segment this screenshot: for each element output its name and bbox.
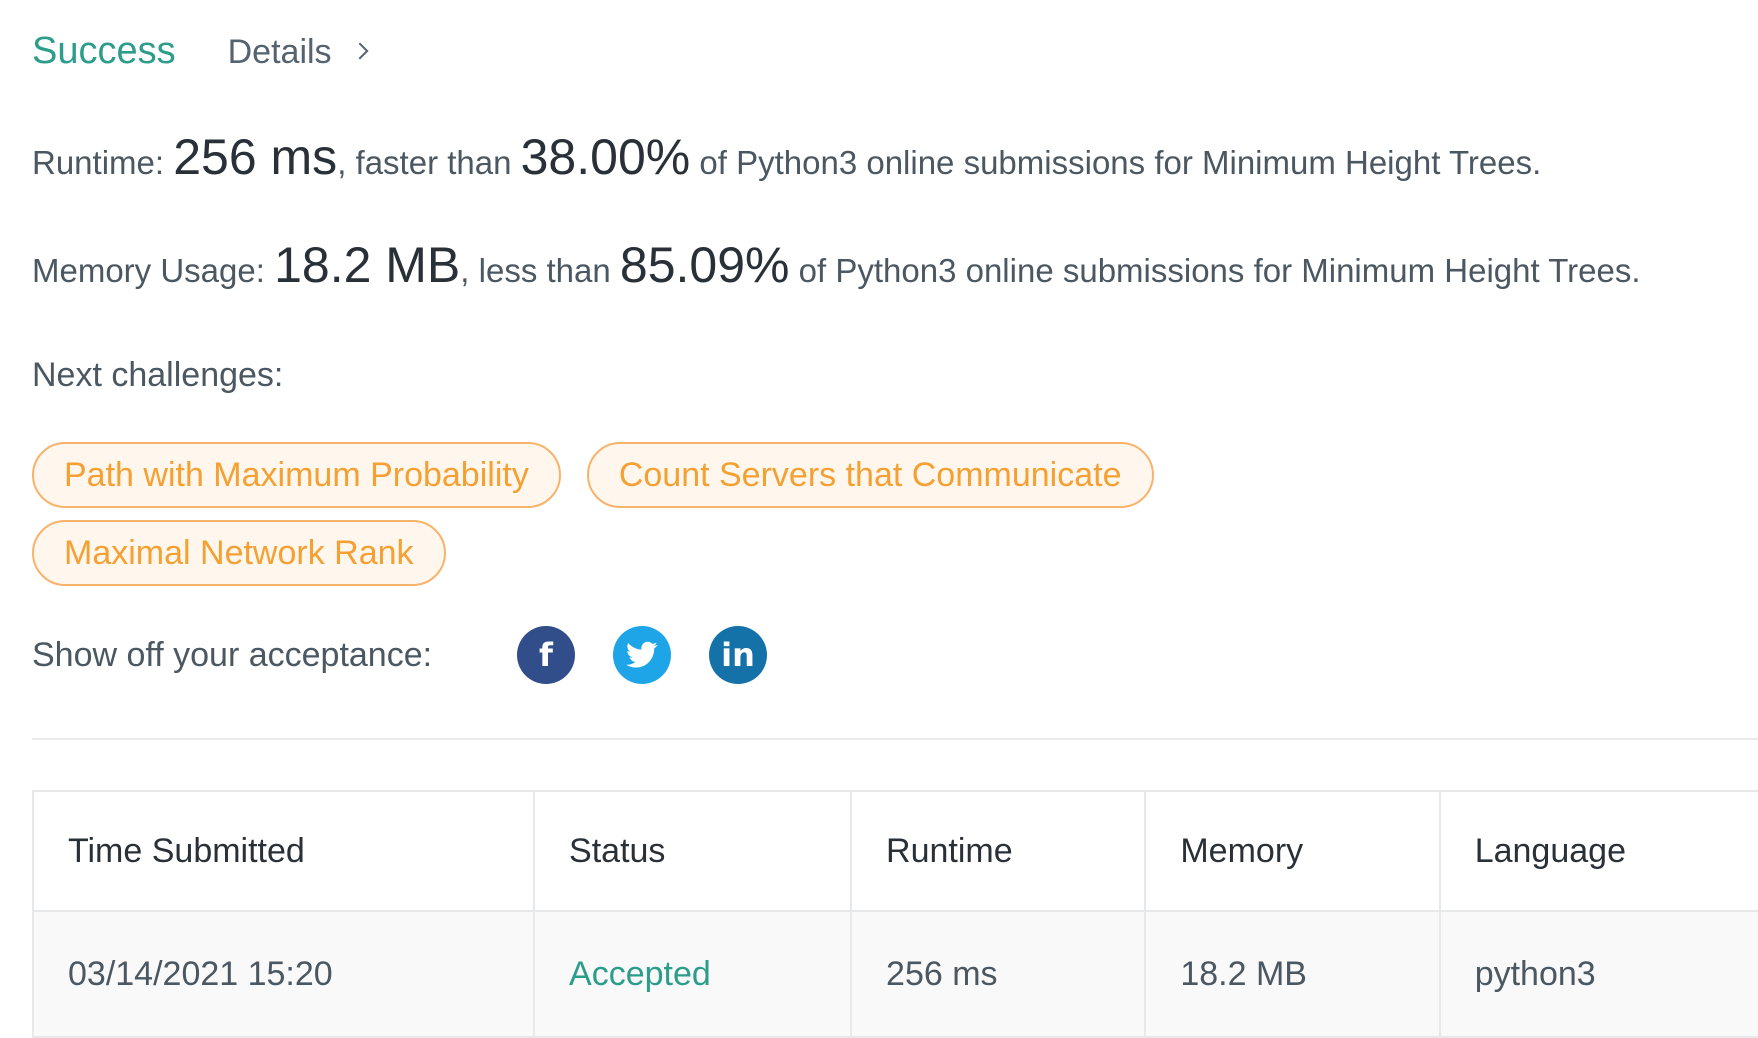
- next-challenges-title: Next challenges:: [32, 356, 284, 394]
- memory-value: 18.2 MB: [274, 237, 461, 293]
- status-title: Success: [32, 30, 176, 72]
- next-challenges-list: Path with Maximum Probability Count Serv…: [32, 442, 1262, 586]
- runtime-mid: , faster than: [337, 144, 521, 181]
- status-link[interactable]: Accepted: [533, 910, 853, 1038]
- memory-mid: , less than: [460, 252, 620, 289]
- facebook-icon: f: [539, 636, 553, 674]
- table-header-row: Time Submitted Status Runtime Memory Lan…: [31, 790, 1758, 912]
- memory-percent: 85.09%: [619, 237, 790, 293]
- submissions-table: Time Submitted Status Runtime Memory Lan…: [31, 790, 1758, 1038]
- details-label: Details: [227, 33, 332, 71]
- memory-summary: Memory Usage: 18.2 MB, less than 85.09% …: [32, 236, 1641, 294]
- challenge-chip[interactable]: Maximal Network Rank: [32, 520, 446, 586]
- submission-result-page: Success Details Runtime: 256 ms, faster …: [0, 0, 1758, 1038]
- details-link[interactable]: Details: [227, 33, 369, 72]
- runtime-percent: 38.00%: [520, 129, 691, 185]
- column-header: Memory: [1144, 790, 1441, 912]
- column-header: Runtime: [850, 790, 1147, 912]
- twitter-icon: [626, 641, 658, 668]
- column-header: Language: [1438, 790, 1758, 912]
- twitter-share-button[interactable]: [613, 626, 671, 684]
- facebook-share-button[interactable]: f: [517, 626, 575, 684]
- share-section: Show off your acceptance: f in: [32, 625, 805, 685]
- table-row: 03/14/2021 15:20 Accepted 256 ms 18.2 MB…: [31, 910, 1758, 1038]
- result-header: Success Details: [32, 30, 369, 80]
- runtime-cell: 256 ms: [850, 910, 1147, 1038]
- column-header: Time Submitted: [31, 790, 536, 912]
- section-divider: [32, 738, 1758, 740]
- column-header: Status: [533, 790, 853, 912]
- time-submitted-cell: 03/14/2021 15:20: [31, 910, 536, 1038]
- runtime-suffix: of Python3 online submissions for Minimu…: [690, 144, 1542, 181]
- challenge-chip[interactable]: Count Servers that Communicate: [586, 442, 1154, 508]
- linkedin-icon: in: [721, 636, 755, 674]
- runtime-label: Runtime:: [32, 144, 174, 181]
- language-cell: python3: [1438, 910, 1758, 1038]
- memory-cell: 18.2 MB: [1144, 910, 1441, 1038]
- challenge-chip[interactable]: Path with Maximum Probability: [32, 442, 561, 508]
- runtime-value: 256 ms: [173, 129, 338, 185]
- linkedin-share-button[interactable]: in: [709, 626, 767, 684]
- share-label: Show off your acceptance:: [32, 635, 433, 674]
- runtime-summary: Runtime: 256 ms, faster than 38.00% of P…: [32, 128, 1541, 186]
- chevron-right-icon: [351, 42, 369, 60]
- memory-suffix: of Python3 online submissions for Minimu…: [789, 252, 1641, 289]
- memory-label: Memory Usage:: [32, 252, 275, 289]
